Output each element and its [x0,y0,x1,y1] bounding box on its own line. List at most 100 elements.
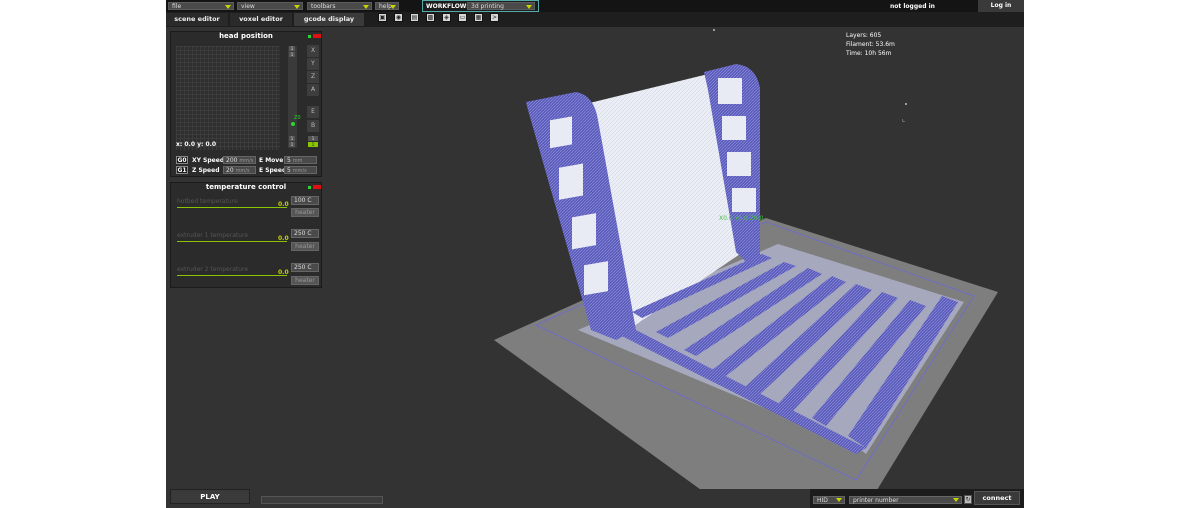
e-step[interactable]: 1 [308,136,318,141]
hotbed-heater-button[interactable]: heater [291,208,319,217]
e-step[interactable]: 1 [308,142,318,147]
wifi-icon[interactable]: ◉ [394,13,403,22]
extruder1-temp-label: extruder 1 temperature [177,232,249,239]
extruder1-temp-bar [177,241,287,242]
save-icon[interactable]: ▣ [378,13,387,22]
hotbed-setpoint-input[interactable]: 100 C [291,196,319,205]
temperature-panel: temperature control hotbed temperature 0… [170,182,322,288]
tab-scene-editor[interactable]: scene editor [166,13,228,26]
z-speed-unit: mm/s [235,168,250,174]
e-move-value: 5 [287,157,291,164]
monitor-icon[interactable]: ▤ [410,13,419,22]
head-coord-label: X0.0 Y0.0 Z0.0 [719,215,764,222]
chevron-down-icon [294,5,300,9]
print-icon[interactable]: ▭ [458,13,467,22]
stat-time: Time: 10h 56m [846,50,892,57]
cube-icon[interactable]: ▩ [426,13,435,22]
file-menu-label: file [172,3,182,10]
port-type-select[interactable]: HID [813,496,845,504]
z-step-up[interactable]: 1 [289,46,295,51]
toolbars-menu[interactable]: toolbars [307,2,372,10]
axis-a-button[interactable]: A [307,84,319,96]
stat-layers: Layers: 605 [846,32,882,39]
pos-dot [905,103,907,105]
axis-z-button[interactable]: Z [307,71,319,83]
g1-button[interactable]: G1 [176,166,188,174]
login-button[interactable]: Log in [978,0,1024,12]
frame-window [559,163,583,200]
login-status: not logged in [890,3,935,10]
chevron-down-icon [953,498,959,502]
printer-number-value: printer number [853,497,899,504]
g0-button[interactable]: G0 [176,156,188,164]
print-progress-bar [261,496,383,504]
gcode-viewport[interactable]: X0.0 Y0.0 Z0.0 ⌞ [326,27,1024,489]
workflow-box: WORKFLOW: 3d printing [422,0,539,12]
xy-speed-field[interactable]: 200 mm/s [223,156,256,164]
tab-voxel-editor[interactable]: voxel editor [230,13,292,26]
top-menu-bar: file view toolbars help WORKFLOW: 3d pri… [166,0,1024,12]
workflow-label: WORKFLOW: [426,3,469,10]
extruder1-setpoint-input[interactable]: 250 C [291,229,319,238]
xy-coords: x: 0.0 y: 0.0 [176,141,217,148]
z-step-down[interactable]: 1 [289,142,295,147]
terminal-icon[interactable]: > [490,13,499,22]
connect-button[interactable]: connect [974,491,1020,505]
extruder1-temp-value: 0.0 [278,235,289,242]
extruder2-temp-label: extruder 2 temperature [177,266,249,273]
temperature-title: temperature control [205,183,287,191]
frame-window [584,261,608,296]
z-slider-track[interactable] [288,46,297,148]
toolbars-menu-label: toolbars [311,3,336,10]
extruder2-setpoint-input[interactable]: 250 C [291,263,319,272]
xy-speed-label: XY Speed [192,157,225,164]
z-speed-label: Z Speed [192,167,220,174]
play-button[interactable]: PLAY [170,489,250,504]
chevron-down-icon [363,5,369,9]
z-speed-field[interactable]: 20 mm/s [223,166,256,174]
extruder2-heater-button[interactable]: heater [291,276,319,285]
z-step-up[interactable]: 1 [289,52,295,57]
axis-b-button[interactable]: B [307,120,319,132]
view-icon[interactable]: ◈ [442,13,451,22]
e-speed-value: 5 [287,167,291,174]
hotbed-temp-value: 0.0 [278,201,289,208]
axis-e-button[interactable]: E [307,106,319,118]
e-move-unit: mm [292,158,303,164]
e-speed-field[interactable]: 5 mm/s [284,166,317,174]
workflow-select[interactable]: 3d printing [467,2,535,10]
axis-y-button[interactable]: Y [307,58,319,70]
refresh-icon[interactable]: ↻ [964,495,972,504]
e-move-field[interactable]: 5 mm [284,156,317,164]
layers-icon[interactable]: ▦ [474,13,483,22]
chevron-down-icon [836,498,842,502]
hotbed-temp-bar [177,207,287,208]
frame-window [732,188,756,212]
help-menu[interactable]: help [375,2,399,10]
status-led-red [313,185,321,189]
status-led-green [308,186,311,189]
xy-jog-grid[interactable] [176,46,280,150]
e-move-label: E Move [259,157,284,164]
z-step-down[interactable]: 1 [289,136,295,141]
extruder2-temp-value: 0.0 [278,269,289,276]
z-speed-value: 20 [226,167,234,174]
extruder1-heater-button[interactable]: heater [291,242,319,251]
printer-number-select[interactable]: printer number [849,496,962,504]
file-menu[interactable]: file [168,2,234,10]
z-slider-handle[interactable] [291,122,295,126]
frame-window [718,78,742,104]
workflow-value: 3d printing [471,3,504,10]
pos-dot [713,29,715,31]
head-position-title: head position [219,32,273,40]
axis-x-button[interactable]: X [307,45,319,57]
view-menu-label: view [241,3,255,10]
z-marker: Z0 [294,115,301,121]
tab-gcode-display[interactable]: gcode display [294,13,364,26]
status-led-green [308,35,311,38]
view-menu[interactable]: view [237,2,303,10]
hotbed-temp-label: hotbed temperature [177,198,238,205]
port-type-value: HID [817,497,828,504]
extruder2-temp-bar [177,275,287,276]
xy-speed-value: 200 [226,157,238,164]
